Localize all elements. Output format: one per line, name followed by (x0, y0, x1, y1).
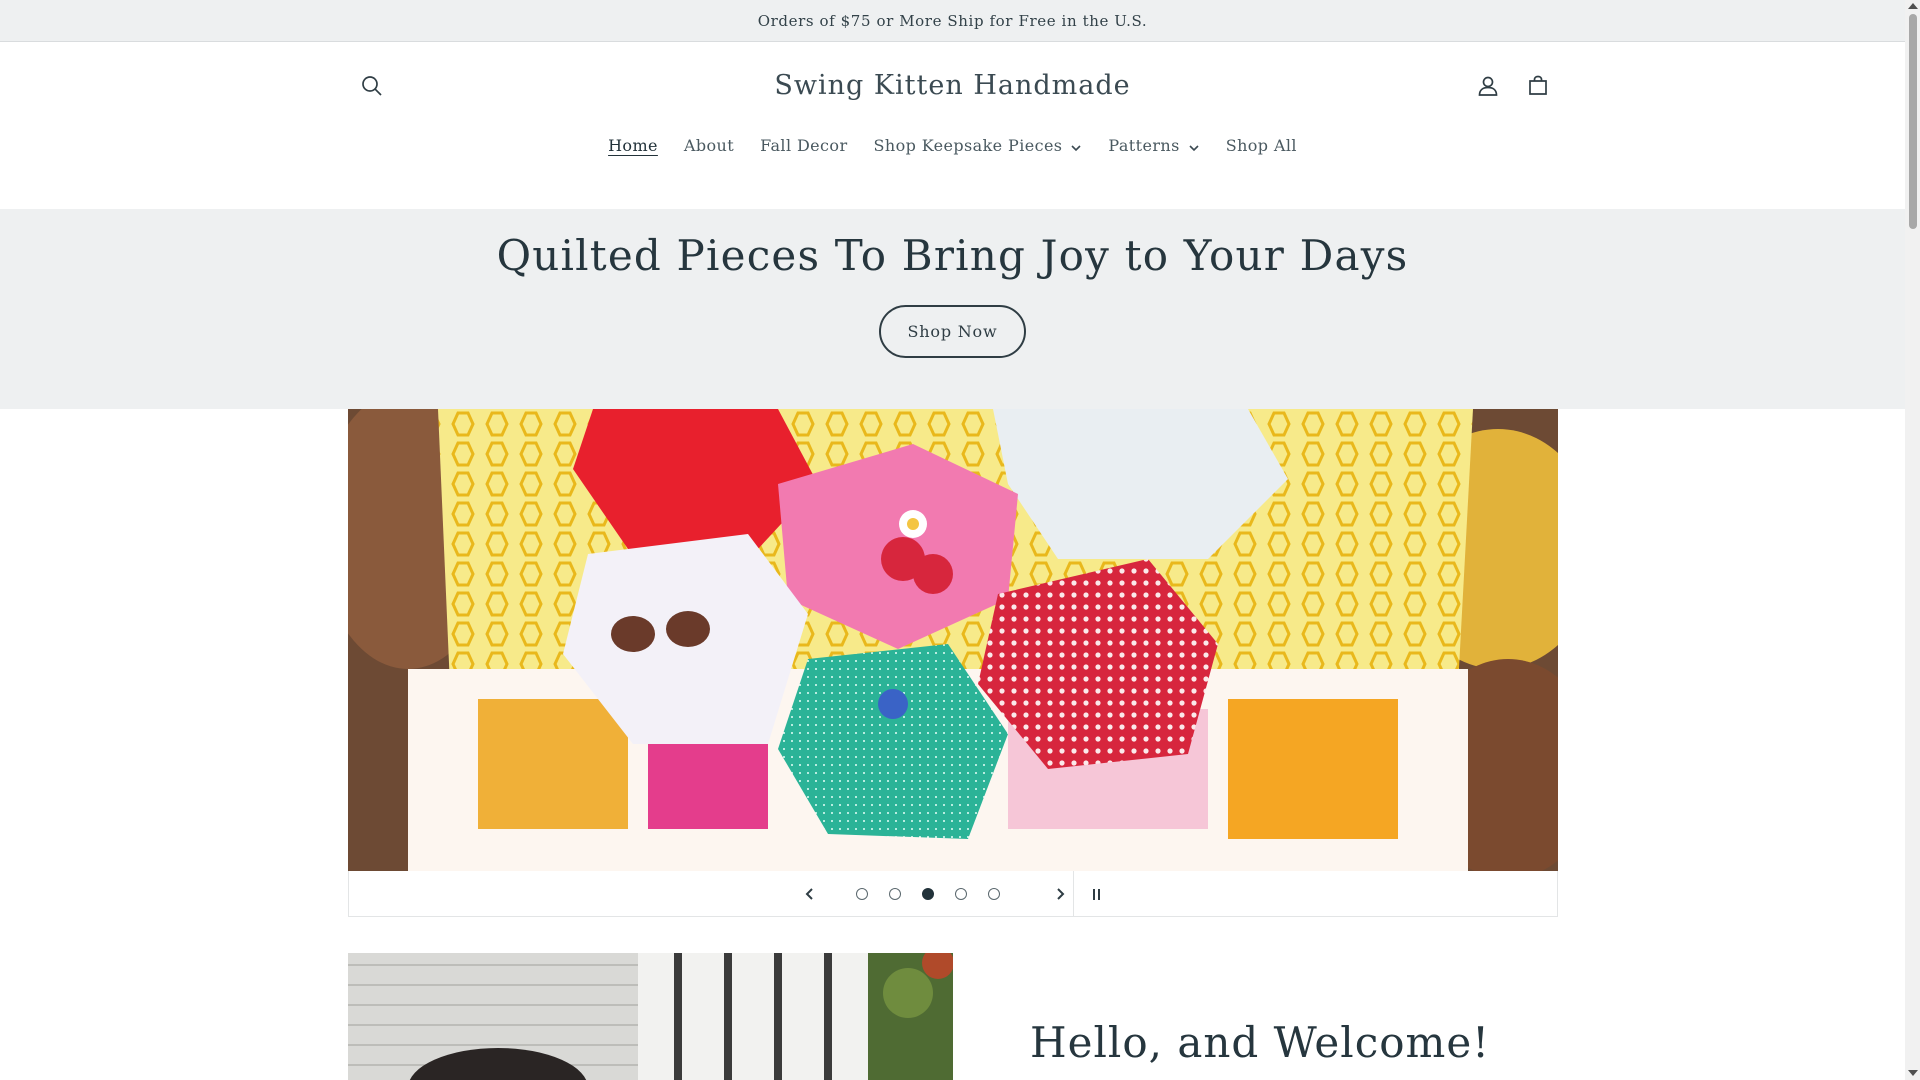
cart-button[interactable] (1518, 66, 1558, 106)
cart-icon (1529, 75, 1547, 95)
nav-item-label: Shop Keepsake Pieces (873, 135, 1063, 155)
hero-heading: Quilted Pieces To Bring Joy to Your Days (496, 231, 1409, 280)
account-button[interactable] (1468, 66, 1508, 106)
chevron-left-icon (805, 888, 813, 900)
nav-item-shop-keepsake-pieces[interactable]: Shop Keepsake Pieces (861, 130, 1096, 160)
search-icon (362, 76, 382, 96)
previous-slide-button[interactable] (796, 880, 824, 908)
nav-item-patterns[interactable]: Patterns (1095, 130, 1212, 160)
nav-item-home[interactable]: Home (595, 130, 671, 160)
scroll-thumb[interactable] (1909, 14, 1917, 229)
account-icon (1478, 76, 1498, 96)
hero-banner: Quilted Pieces To Bring Joy to Your Days… (0, 209, 1905, 409)
search-button[interactable] (352, 66, 392, 106)
announcement-text: Orders of $75 or More Ship for Free in t… (757, 11, 1148, 30)
slide-dot-3[interactable] (922, 888, 934, 900)
slideshow-controls (348, 871, 1558, 917)
pause-button[interactable] (1084, 882, 1108, 906)
site-header: Swing Kitten Handmade Home About Fall De… (0, 42, 1905, 209)
chevron-down-icon (1070, 139, 1082, 152)
scroll-down-icon[interactable] (1908, 1070, 1918, 1076)
page-scrollbar[interactable] (1905, 0, 1920, 1080)
nav-item-shop-all[interactable]: Shop All (1213, 130, 1310, 160)
slide-dot-5[interactable] (988, 888, 1000, 900)
shop-now-button[interactable]: Shop Now (879, 305, 1026, 358)
main-nav: Home About Fall Decor Shop Keepsake Piec… (0, 130, 1905, 160)
nav-item-fall-decor[interactable]: Fall Decor (747, 130, 860, 160)
slide-dot-2[interactable] (889, 888, 901, 900)
chevron-down-icon (1188, 139, 1200, 152)
next-slide-button[interactable] (1046, 880, 1074, 908)
nav-item-label: Shop All (1225, 135, 1297, 155)
nav-item-label: About (683, 135, 735, 155)
pause-icon (1092, 888, 1095, 900)
chevron-right-icon (1057, 888, 1065, 900)
about-heading: Hello, and Welcome! (1030, 1018, 1491, 1067)
controls-divider (1073, 871, 1074, 917)
nav-item-label: Home (608, 135, 658, 155)
scroll-up-icon[interactable] (1908, 3, 1918, 9)
announcement-bar: Orders of $75 or More Ship for Free in t… (0, 0, 1905, 42)
slide-dot-1[interactable] (856, 888, 868, 900)
about-photo (348, 953, 953, 1080)
slide-dot-4[interactable] (955, 888, 967, 900)
porch-photo (348, 953, 953, 1080)
nav-item-label: Patterns (1108, 135, 1180, 155)
quilted-hexagon-photo (348, 409, 1558, 871)
nav-item-label: Fall Decor (760, 135, 848, 155)
site-logo[interactable]: Swing Kitten Handmade (700, 70, 1205, 101)
slideshow-image[interactable] (348, 409, 1558, 871)
nav-item-about[interactable]: About (671, 130, 747, 160)
